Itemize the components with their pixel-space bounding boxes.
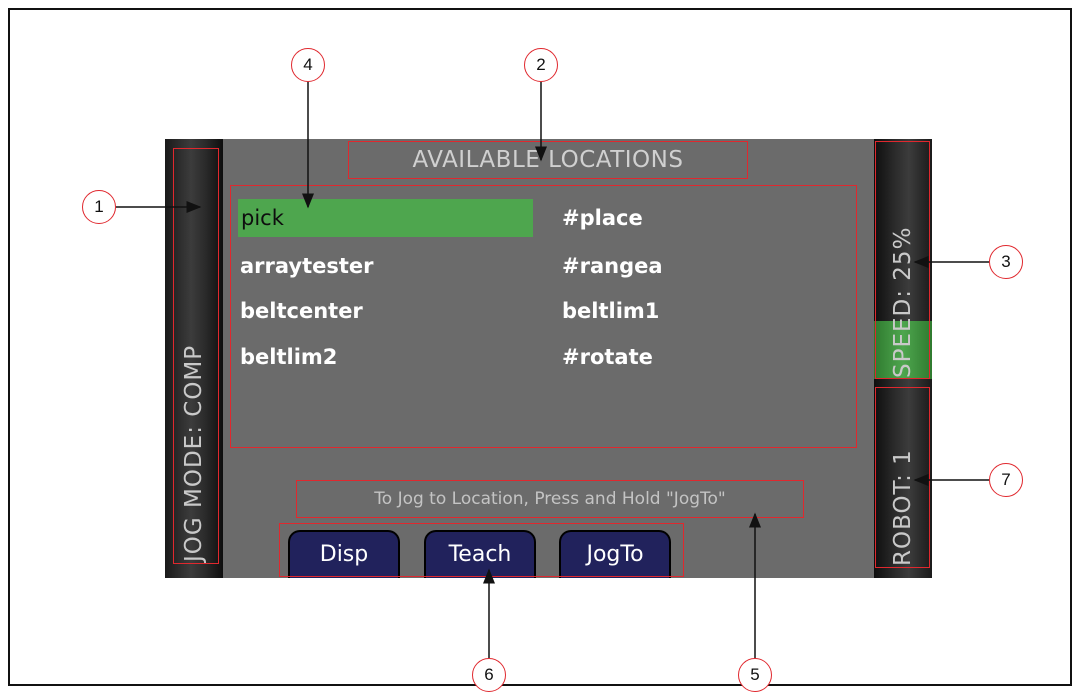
callout-arrows (116, 82, 989, 658)
callout-1: 1 (82, 190, 116, 224)
callout-5: 5 (738, 658, 772, 692)
callout-3: 3 (989, 245, 1023, 279)
callout-6: 6 (472, 658, 506, 692)
callout-2: 2 (524, 48, 558, 82)
callout-4: 4 (291, 48, 325, 82)
callout-7: 7 (989, 463, 1023, 497)
